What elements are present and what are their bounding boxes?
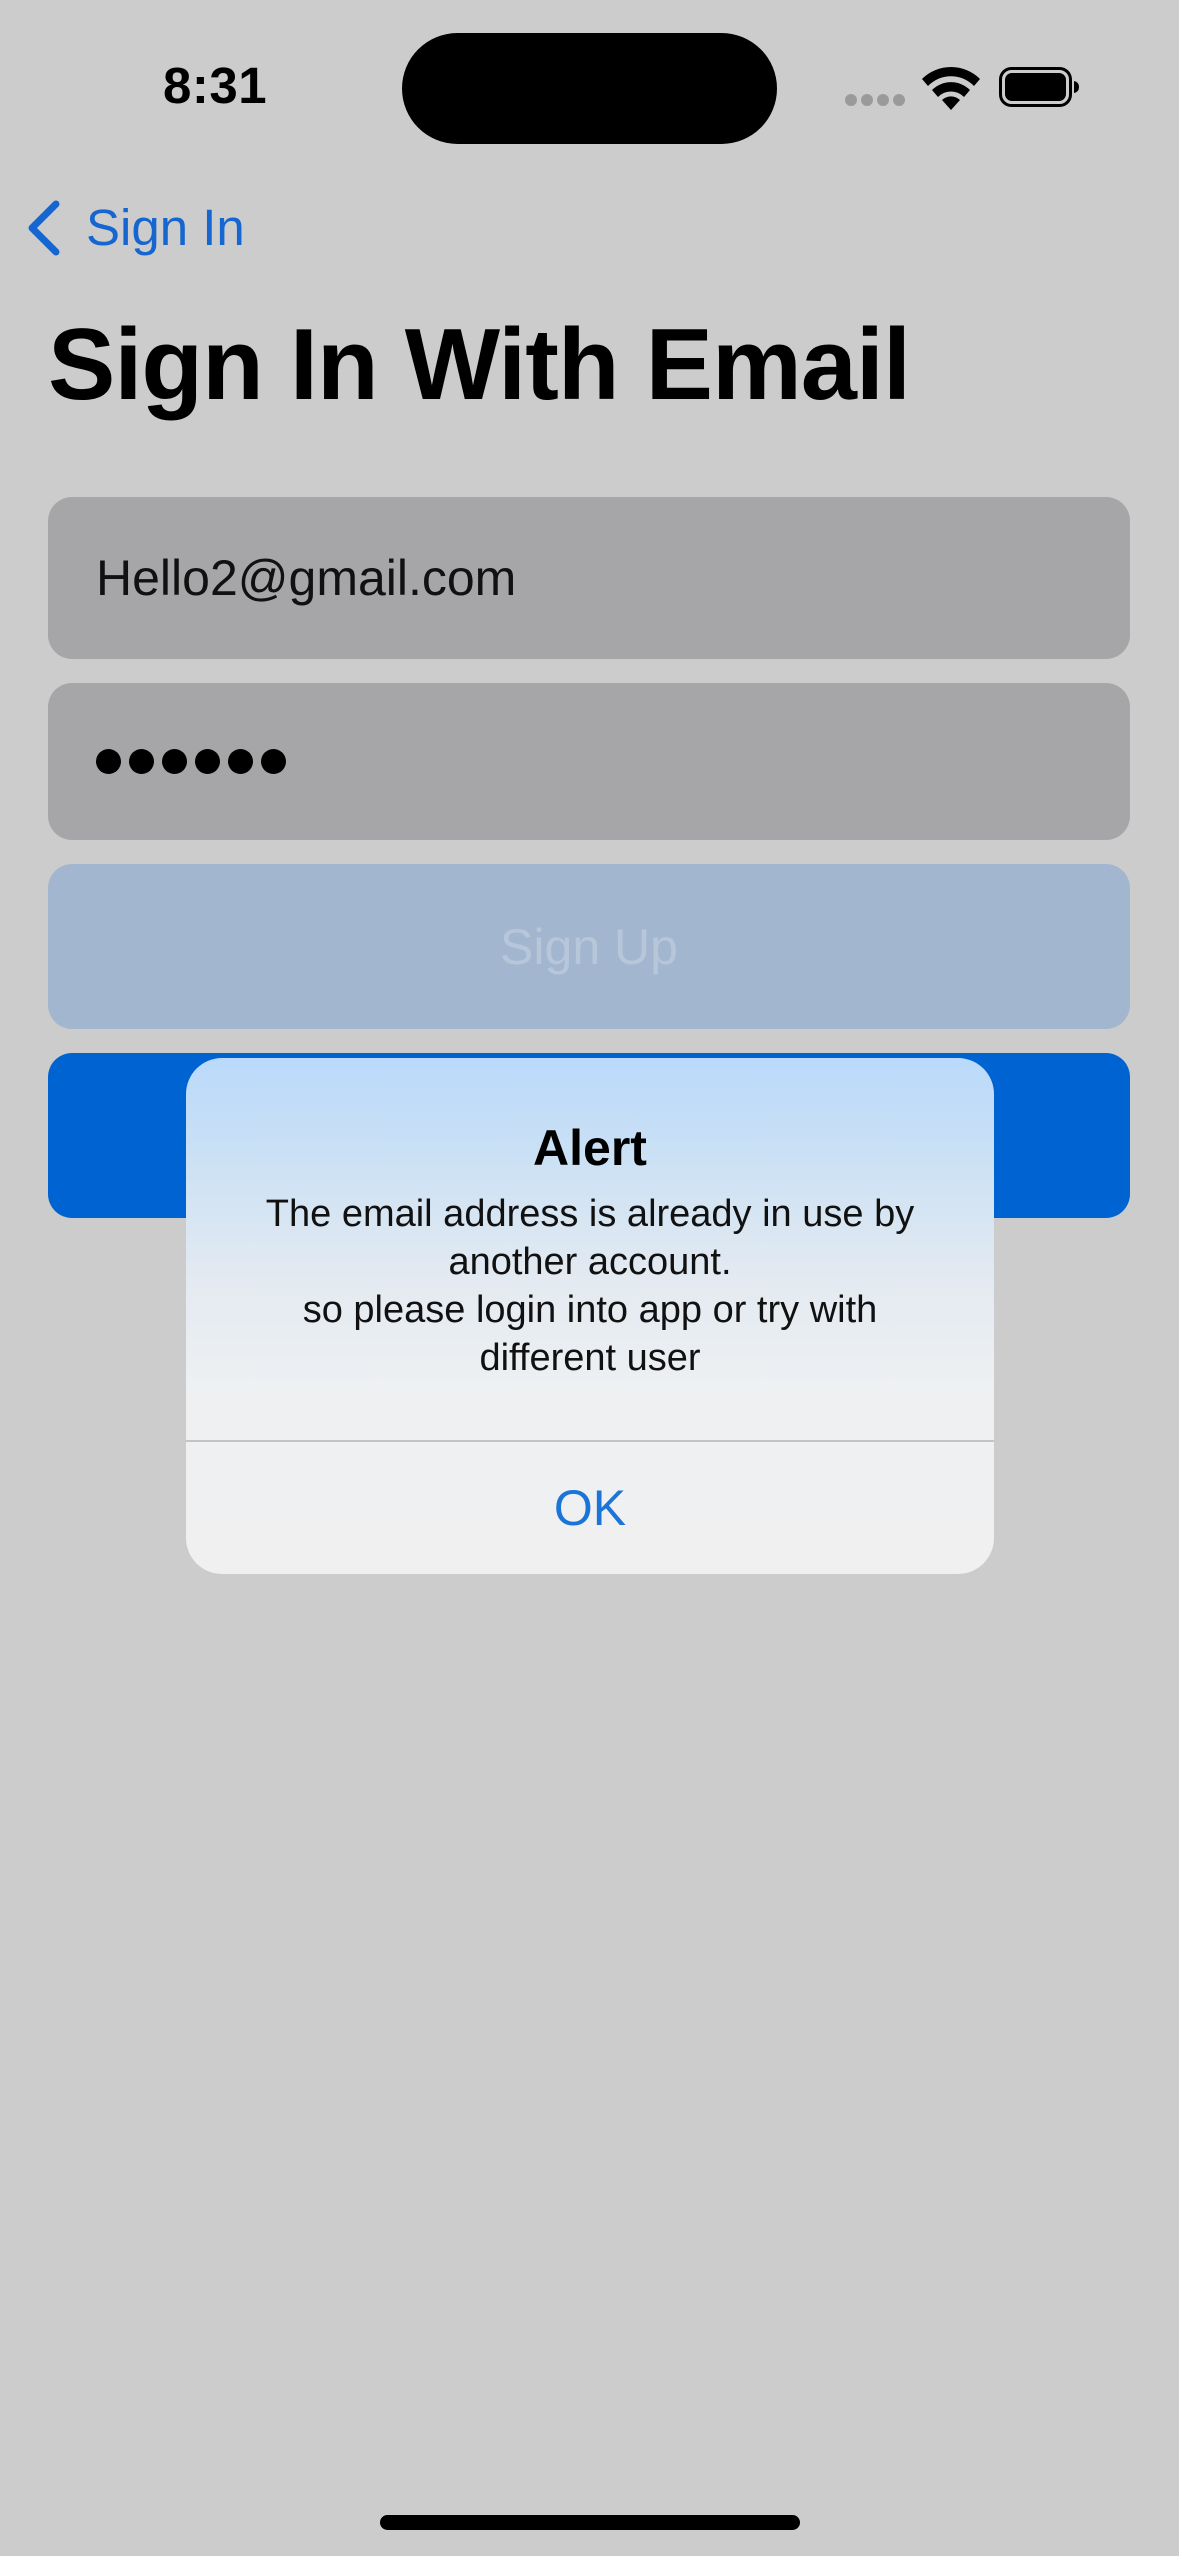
email-value: Hello2@gmail.com [96, 550, 517, 606]
home-indicator[interactable] [380, 2515, 800, 2530]
password-dot [96, 749, 121, 774]
sign-up-button-label: Sign Up [500, 918, 678, 975]
back-button[interactable]: Sign In [24, 196, 245, 260]
back-button-label: Sign In [86, 199, 245, 256]
alert-message: The email address is already in use by a… [226, 1190, 954, 1382]
password-masked-value [96, 749, 286, 774]
dynamic-island [402, 33, 777, 144]
chevron-left-icon [28, 200, 60, 256]
wifi-icon [922, 66, 980, 110]
alert-ok-button[interactable]: OK [186, 1442, 994, 1574]
password-dot [261, 749, 286, 774]
password-field[interactable] [48, 683, 1130, 840]
alert-message-line: different user [479, 1337, 701, 1379]
password-dot [228, 749, 253, 774]
alert-dialog: Alert The email address is already in us… [186, 1058, 994, 1574]
alert-message-line: another account. [448, 1241, 732, 1283]
password-dot [195, 749, 220, 774]
alert-title: Alert [533, 1120, 647, 1176]
alert-message-line: The email address is already in use by [265, 1193, 915, 1235]
password-dot [162, 749, 187, 774]
status-time: 8:31 [163, 57, 268, 114]
password-dot [129, 749, 154, 774]
page-title: Sign In With Email [48, 309, 911, 421]
sign-up-button[interactable]: Sign Up [48, 864, 1130, 1029]
battery-icon [999, 67, 1079, 107]
cellular-signal-icon [845, 94, 905, 106]
alert-message-line: so please login into app or try with [302, 1289, 878, 1331]
email-field[interactable]: Hello2@gmail.com [48, 497, 1130, 659]
